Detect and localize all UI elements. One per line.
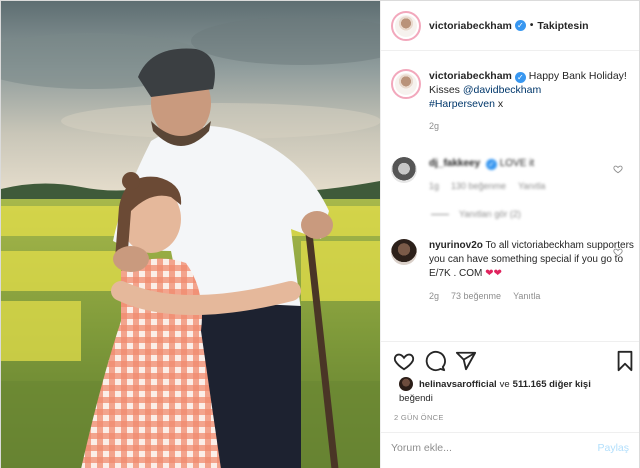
caption-mention-link[interactable]: @davidbeckham [463,84,541,96]
comment-input[interactable] [391,441,598,454]
heart-icon[interactable] [393,350,415,372]
comment-likes[interactable]: 73 beğenme [451,289,501,303]
replies-divider-line [431,213,449,215]
likes-others-link[interactable]: 511.165 diğer kişi [513,379,591,390]
comment-like-heart-icon[interactable] [613,164,623,174]
comment-time: 1g [429,181,440,191]
author-username[interactable]: victoriabeckham [429,20,512,32]
author-avatar[interactable] [391,10,421,41]
post-caption: victoriabeckham ✓ Happy Bank Holiday! Kis… [391,69,631,131]
comment-avatar[interactable] [391,239,417,265]
post-actions: helinavsarofficial ve 511.165 diğer kişi… [381,341,639,461]
comment-reply-button[interactable]: Yanıtla [518,179,545,193]
post-date[interactable]: 2 GÜN ÖNCE [394,413,444,422]
comment-avatar[interactable] [391,157,417,183]
post-header: victoriabeckham ✓ • Takiptesin [381,1,639,51]
caption-username[interactable]: victoriabeckham [429,70,512,82]
comment-item: nyurinov2o To all victoriabeckham suppor… [391,239,639,303]
comment-heart-emoji: ❤❤ [485,268,502,279]
caption-avatar[interactable] [391,69,421,99]
comments-scroll-area[interactable]: victoriabeckham ✓ Happy Bank Holiday! Kis… [381,51,639,341]
likes-verb: beğendi [399,393,433,404]
likes-connector: ve [499,378,510,390]
paper-plane-icon[interactable] [455,350,477,372]
add-comment-bar: Paylaş [381,432,639,462]
liker-avatar[interactable] [399,377,413,391]
comment-like-heart-icon[interactable] [613,247,623,257]
comment-verified-badge-icon: ✓ [485,159,497,170]
header-separator: • [529,20,534,31]
comment-username[interactable]: nyurinov2o [429,240,483,251]
comment-username[interactable]: dj_fakkeey [429,158,480,169]
comment-time: 2g [429,291,440,301]
post-side-panel: victoriabeckham ✓ • Takiptesin victoriab… [380,1,639,468]
comment-bubble-icon[interactable] [424,350,446,372]
comment-item: dj_fakkeey ✓ LOVE it 1g 130 beğenme Yanı… [391,157,639,193]
verified-badge-icon: ✓ [514,20,526,31]
comment-text: LOVE it [499,158,535,169]
post-photo[interactable] [1,1,380,468]
post-comment-button[interactable]: Paylaş [597,442,629,454]
follow-status-button[interactable]: Takiptesin [537,20,588,32]
view-replies-label[interactable]: Yanıtları gör (2) [459,209,521,219]
caption-verified-badge-icon: ✓ [514,72,526,83]
caption-time: 2g [429,121,440,131]
likes-summary: helinavsarofficial ve 511.165 diğer kişi [399,377,591,391]
bookmark-icon[interactable] [614,350,636,372]
caption-hashtag-link[interactable]: #Harperseven [429,98,495,110]
instagram-post: victoriabeckham ✓ • Takiptesin victoriab… [0,0,640,468]
liker-username[interactable]: helinavsarofficial [419,379,497,390]
caption-text-end: x [494,98,504,110]
photo-illustration [1,1,380,468]
comment-reply-button[interactable]: Yanıtla [513,289,540,303]
view-replies-button[interactable]: Yanıtları gör (2) [431,209,521,219]
comment-likes[interactable]: 130 beğenme [451,179,506,193]
